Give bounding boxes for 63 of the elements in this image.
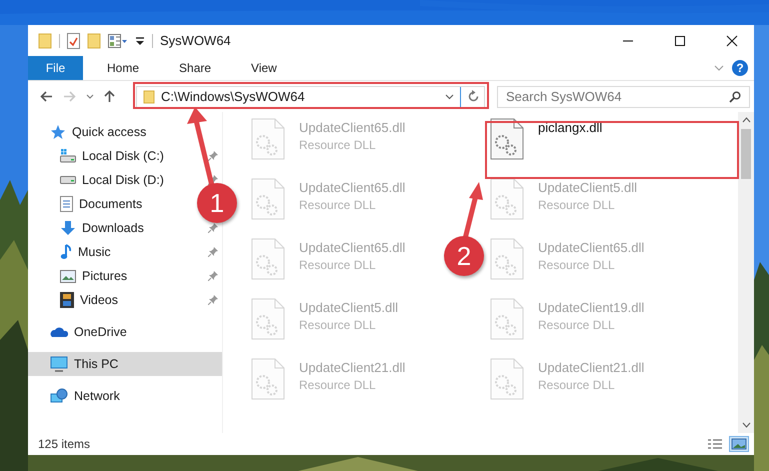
file-type: Resource DLL	[538, 318, 616, 332]
pin-icon[interactable]	[208, 295, 218, 305]
close-icon	[726, 34, 738, 46]
ribbon-tab[interactable]: Share	[163, 56, 228, 80]
sidebar-item[interactable]: Network	[50, 388, 120, 404]
sidebar-item[interactable]: Local Disk (C:)	[60, 149, 164, 163]
picture-icon	[60, 270, 76, 282]
file-type: Resource DLL	[538, 198, 616, 212]
scroll-up-icon[interactable]	[742, 117, 750, 123]
item-count: 125 items	[38, 437, 90, 451]
details-view-icon[interactable]	[706, 437, 724, 451]
drive-icon	[60, 149, 76, 163]
properties-icon[interactable]	[108, 34, 128, 48]
chevron-down-icon[interactable]	[86, 94, 94, 99]
file-name[interactable]: piclangx.dll	[538, 120, 602, 135]
sidebar-item[interactable]: This PC	[50, 356, 118, 372]
file-type: Resource DLL	[299, 318, 377, 332]
music-note-icon	[60, 244, 72, 260]
folder-icon[interactable]	[38, 32, 52, 48]
scrollbar-thumb[interactable]	[741, 129, 751, 179]
chevron-down-icon[interactable]	[445, 94, 454, 100]
folder-icon	[143, 90, 155, 104]
computer-icon	[50, 356, 68, 372]
pin-icon[interactable]	[208, 223, 218, 233]
sidebar-item[interactable]: Local Disk (D:)	[60, 173, 164, 187]
drive-icon	[60, 176, 76, 184]
file-tab[interactable]: File	[28, 56, 83, 80]
dropdown-icon[interactable]	[135, 36, 145, 46]
sidebar-item[interactable]: Quick access	[50, 124, 146, 140]
up-arrow-icon[interactable]	[104, 90, 115, 103]
sidebar-item[interactable]: Documents	[60, 196, 142, 212]
film-icon	[60, 292, 74, 308]
refresh-icon[interactable]	[467, 90, 480, 103]
checklist-icon[interactable]	[67, 32, 80, 48]
file-type: Resource DLL	[299, 138, 377, 152]
large-icons-view-icon[interactable]	[730, 437, 748, 451]
sidebar-item[interactable]: Videos	[60, 292, 118, 308]
file-type: Resource DLL	[538, 258, 616, 272]
cloud-icon	[50, 326, 68, 338]
file-type: Resource DLL	[299, 198, 377, 212]
sidebar-item[interactable]: OneDrive	[50, 325, 127, 339]
folder-icon[interactable]	[87, 32, 101, 48]
scroll-down-icon[interactable]	[742, 422, 750, 428]
network-icon	[50, 388, 68, 404]
file-icon[interactable]	[490, 118, 524, 160]
maximize-icon	[674, 34, 686, 46]
file-type: Resource DLL	[538, 378, 616, 392]
download-arrow-icon	[60, 220, 76, 236]
sidebar-item[interactable]: Music	[60, 244, 111, 260]
sidebar-item[interactable]: Pictures	[60, 269, 128, 283]
ribbon-tab[interactable]: View	[235, 56, 293, 80]
pin-icon[interactable]	[208, 271, 218, 281]
window-title: SysWOW64	[160, 33, 231, 48]
back-arrow-icon[interactable]	[40, 91, 53, 102]
pin-icon[interactable]	[208, 247, 218, 257]
file-type: Resource DLL	[299, 378, 377, 392]
ribbon-tab[interactable]: Home	[91, 56, 156, 80]
star-icon	[50, 124, 66, 140]
document-icon	[60, 196, 73, 212]
pin-icon[interactable]	[208, 151, 218, 161]
sidebar-item[interactable]: Downloads	[60, 220, 144, 236]
file-type: Resource DLL	[299, 258, 377, 272]
help-button[interactable]: ?	[732, 60, 748, 76]
